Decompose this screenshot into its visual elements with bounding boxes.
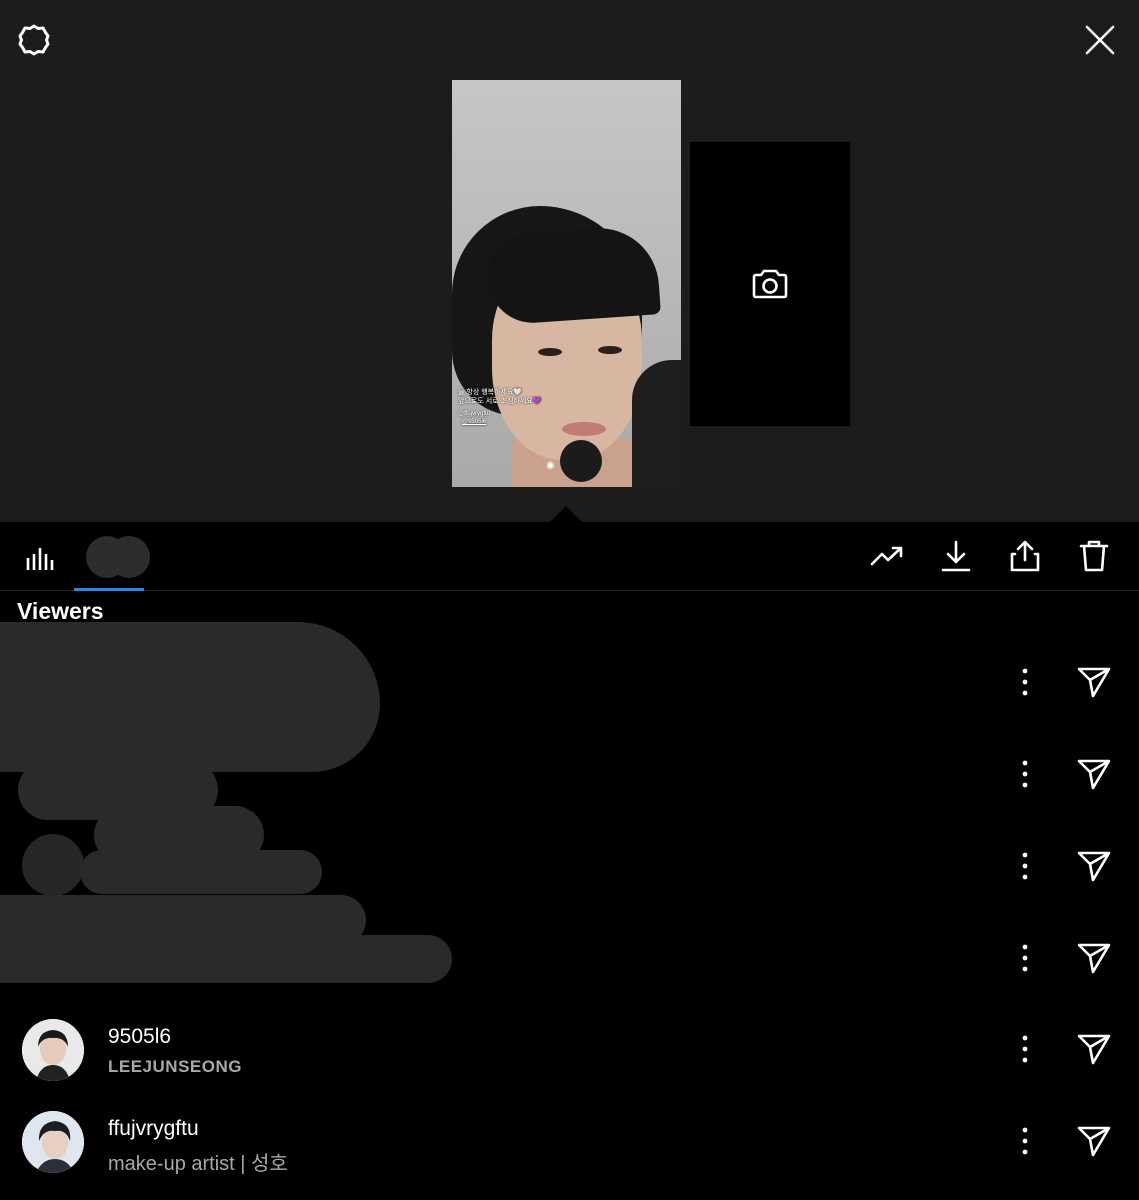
send-icon [1077,1126,1111,1157]
send-icon [1077,1034,1111,1065]
story-mention-tag: @9505l6 [462,419,487,425]
settings-button[interactable] [14,20,54,60]
trash-icon [1079,540,1109,572]
tab-insights[interactable] [22,540,56,574]
download-button[interactable] [938,538,974,574]
viewer-avatar-redacted [108,536,150,578]
close-icon [1085,25,1115,55]
vertical-dots-icon [1022,944,1028,972]
send-icon [1077,851,1111,882]
story-caption-line: 늘 항상 행복하세요🤍 [458,389,523,396]
download-icon [941,540,971,572]
viewer-username[interactable]: ffujvrygftu [108,1117,199,1141]
redaction-mark [0,935,452,983]
send-icon [1077,667,1111,698]
send-icon [1077,759,1111,790]
story-preview-area: 늘 항상 행복하세요🤍 앞으로도 서로 조심하세요💜 @ffujvrygftu … [0,0,1139,522]
story-photo-eye [598,346,622,354]
delete-button[interactable] [1076,538,1112,574]
send-button[interactable] [1074,754,1114,794]
vertical-dots-icon [1022,1127,1028,1155]
bar-chart-icon [26,548,54,570]
avatar[interactable] [22,1111,84,1173]
vertical-dots-icon [1022,852,1028,880]
vertical-dots-icon [1022,760,1028,788]
redaction-avatar [22,834,84,896]
more-options-button[interactable] [1010,938,1040,978]
profile-photo [22,1111,84,1173]
story-photo-shoulder [632,360,681,487]
share-icon [1010,540,1040,572]
viewers-avatar-stack [86,536,152,578]
story-thumbnail[interactable]: 늘 항상 행복하세요🤍 앞으로도 서로 조심하세요💜 @ffujvrygftu … [452,80,681,487]
send-button[interactable] [1074,938,1114,978]
close-button[interactable] [1080,20,1120,60]
eye-icon: ◉ [546,460,555,471]
add-story-tile[interactable] [690,142,850,426]
more-options-button[interactable] [1010,662,1040,702]
story-photo-fringe [485,224,661,326]
story-redaction-dot [560,440,602,482]
story-toolbar [0,522,1139,591]
send-button[interactable] [1074,846,1114,886]
viewers-heading: Viewers [17,598,104,624]
viewer-row[interactable]: ffujvrygftu make-up artist | 성호 [0,1095,1139,1187]
trending-up-icon [870,546,903,566]
more-options-button[interactable] [1010,1029,1040,1069]
avatar[interactable] [22,1019,84,1081]
story-mention-name: @ffujvrygftu [458,411,490,417]
redaction-mark [80,850,322,894]
gear-icon [18,24,50,56]
tab-viewers[interactable] [74,522,150,591]
story-mention[interactable]: @ffujvrygftu @9505l6 [458,410,490,426]
send-button[interactable] [1074,1121,1114,1161]
more-options-button[interactable] [1010,846,1040,886]
camera-icon [752,269,788,299]
viewer-row[interactable]: 9505l6 LEEJUNSEONG [0,1003,1139,1095]
redaction-mark [0,622,380,772]
send-icon [1077,943,1111,974]
viewer-fullname: LEEJUNSEONG [108,1057,242,1076]
more-options-button[interactable] [1010,754,1040,794]
share-button[interactable] [1007,538,1043,574]
more-options-button[interactable] [1010,1121,1040,1161]
profile-photo [22,1019,84,1081]
story-photo-eye [538,348,562,356]
active-tab-indicator [74,588,144,591]
vertical-dots-icon [1022,1035,1028,1063]
viewer-username[interactable]: 9505l6 [108,1025,171,1049]
story-caption-line: 앞으로도 서로 조심하세요💜 [458,398,542,405]
vertical-dots-icon [1022,668,1028,696]
story-caption: 늘 항상 행복하세요🤍 앞으로도 서로 조심하세요💜 [458,388,541,406]
viewer-bio: make-up artist | 성호 [108,1153,288,1175]
send-button[interactable] [1074,662,1114,702]
send-button[interactable] [1074,1029,1114,1069]
boost-button[interactable] [869,538,905,574]
selected-story-pointer [550,506,582,522]
story-photo-lips [562,422,606,436]
